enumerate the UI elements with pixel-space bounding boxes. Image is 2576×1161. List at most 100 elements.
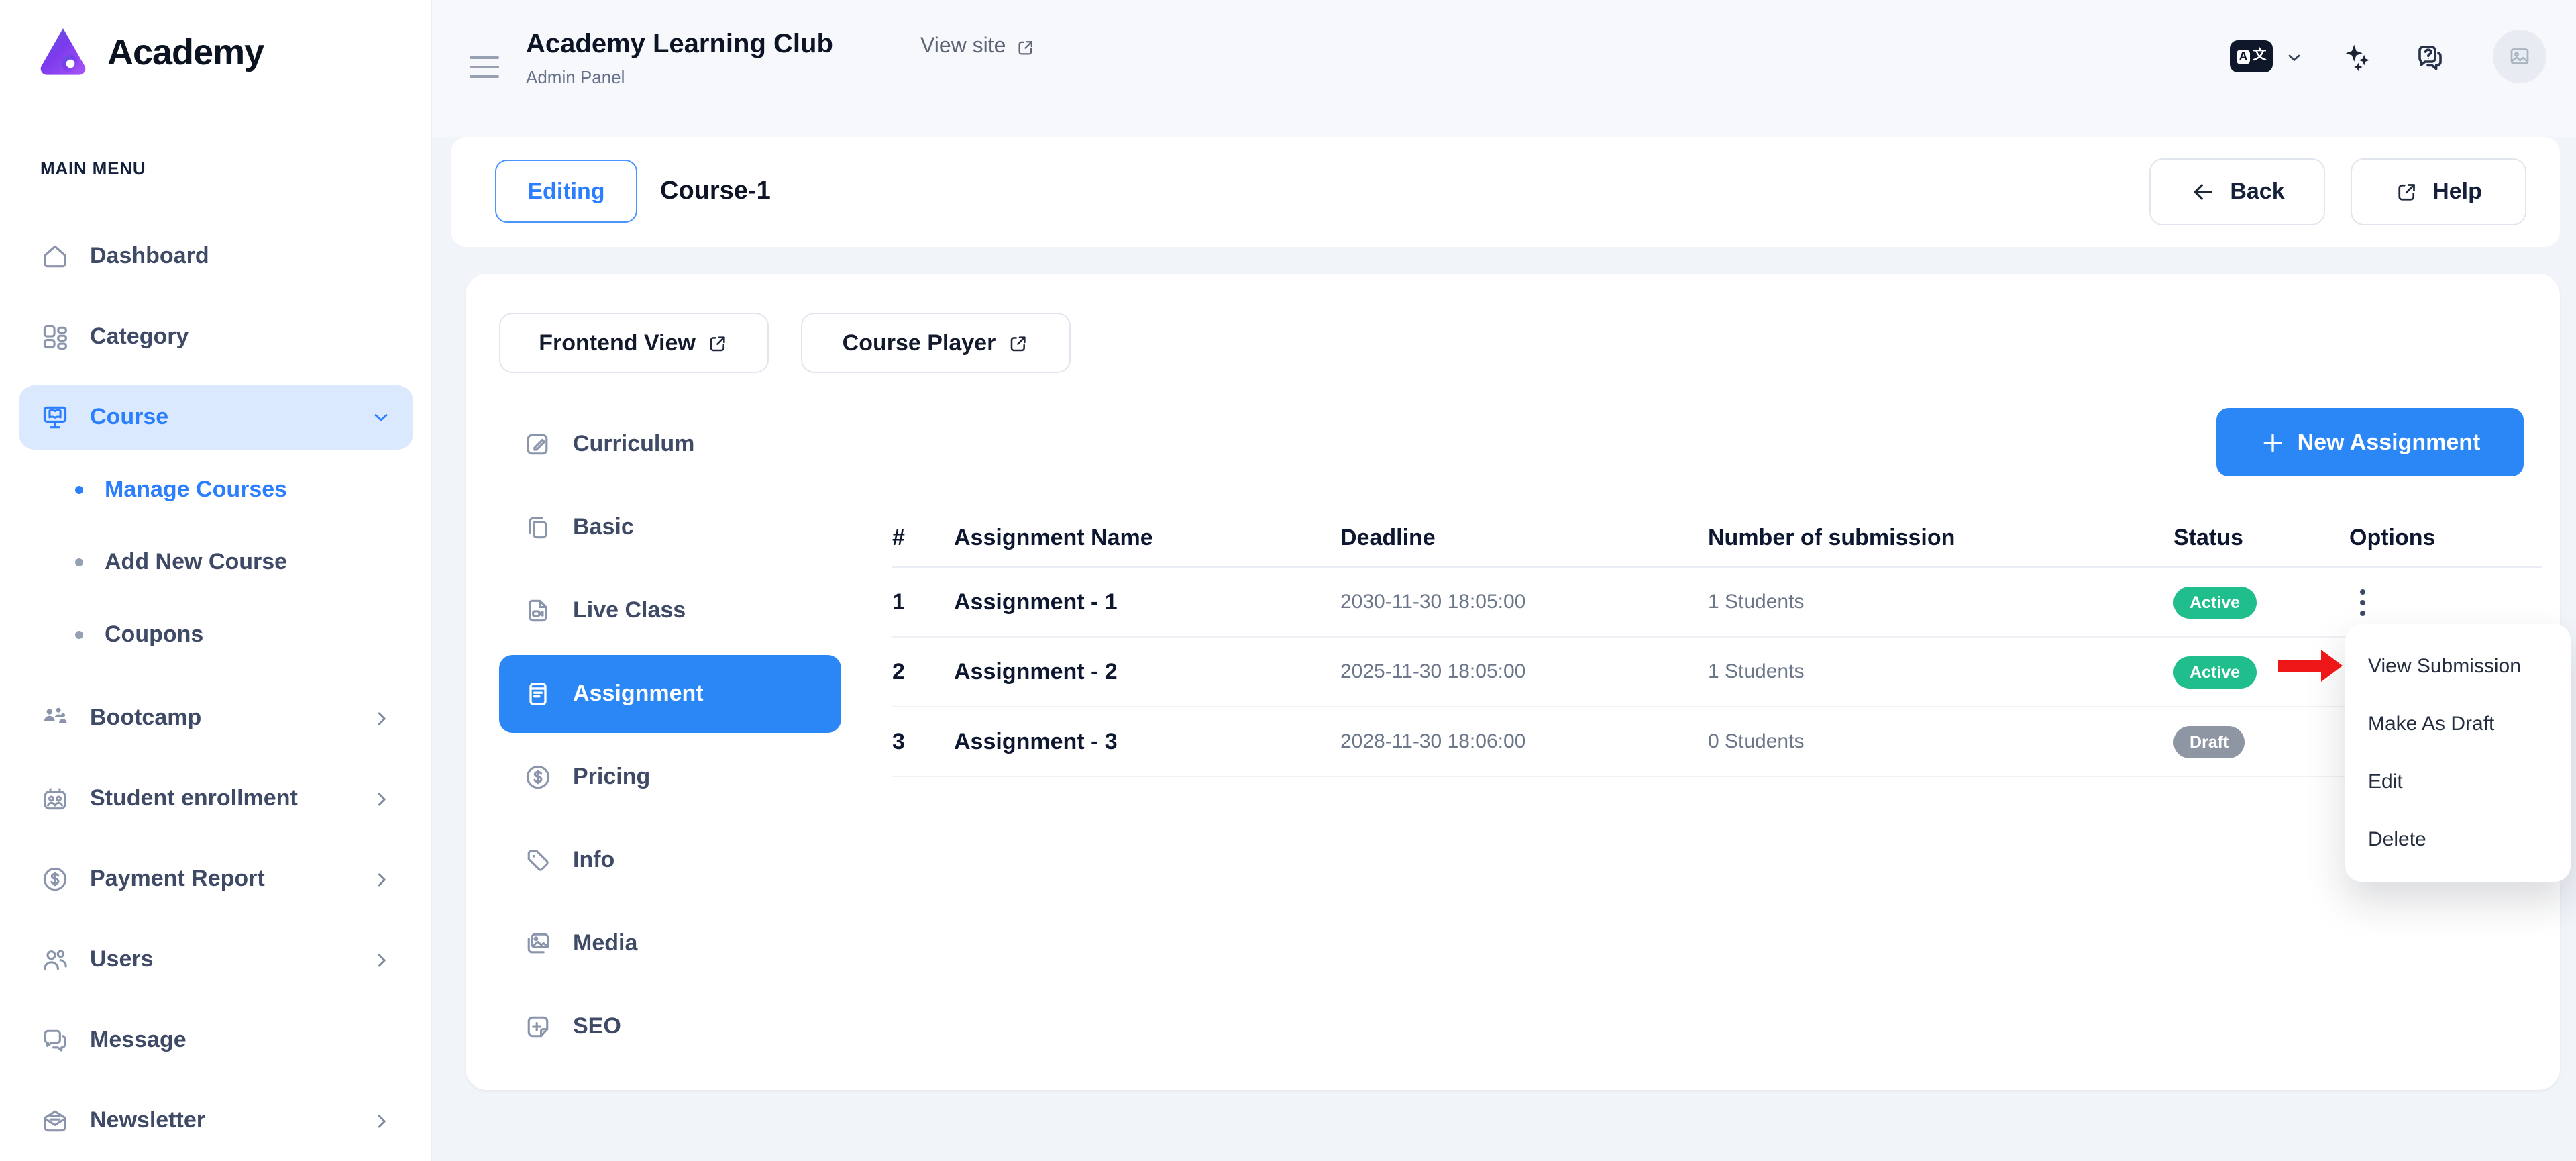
menu-item-delete[interactable]: Delete — [2345, 811, 2571, 868]
row-options-kebab-icon[interactable] — [2360, 583, 2379, 621]
sidebar-subitem-label: Coupons — [105, 621, 203, 648]
row-index: 1 — [892, 589, 954, 615]
menu-item-edit[interactable]: Edit — [2345, 753, 2571, 811]
sidebar-item-course[interactable]: Course — [19, 385, 413, 450]
view-site-label: View site — [920, 35, 1006, 59]
menu-item-make-as-draft[interactable]: Make As Draft — [2345, 695, 2571, 753]
site-title: Academy Learning Club — [526, 30, 833, 60]
sidebar-item-label: Course — [90, 404, 168, 431]
tab-label: Curriculum — [573, 431, 694, 458]
sidebar-item-label: Users — [90, 946, 154, 973]
row-index: 3 — [892, 728, 954, 755]
hamburger-menu-icon[interactable] — [470, 56, 499, 78]
people-group-icon — [40, 703, 70, 733]
view-site-link[interactable]: View site — [920, 35, 1035, 59]
tab-label: Assignment — [573, 680, 704, 707]
sidebar-item-label: Newsletter — [90, 1107, 205, 1134]
file-video-icon — [523, 596, 553, 625]
external-link-icon — [2395, 180, 2419, 204]
assignment-deadline: 2030-11-30 18:05:00 — [1340, 591, 1708, 613]
sidebar-item-label: Student enrollment — [90, 785, 298, 812]
plus-icon — [2260, 429, 2287, 456]
sidebar-subitem-add-new-course[interactable]: Add New Course — [46, 536, 408, 589]
language-selector[interactable]: A 文 — [2230, 40, 2273, 72]
tab-pricing[interactable]: Pricing — [499, 736, 841, 819]
editing-status-badge[interactable]: Editing — [495, 160, 637, 223]
chevron-down-icon — [370, 407, 392, 428]
back-button[interactable]: Back — [2149, 158, 2325, 225]
top-header: Academy Learning Club Admin Panel View s… — [432, 0, 2576, 137]
sidebar-item-label: Message — [90, 1027, 186, 1054]
sidebar-subitem-coupons[interactable]: Coupons — [46, 608, 408, 662]
chevron-right-icon — [372, 869, 392, 889]
help-button[interactable]: Help — [2351, 158, 2526, 225]
tab-label: Media — [573, 930, 637, 957]
sidebar-subitem-manage-courses[interactable]: Manage Courses — [46, 463, 408, 517]
chevron-right-icon — [372, 789, 392, 809]
external-link-icon — [1008, 332, 1029, 354]
sidebar-item-label: Category — [90, 323, 189, 350]
assignment-submissions: 1 Students — [1708, 591, 2174, 613]
col-status: Status — [2174, 525, 2349, 552]
sidebar-item-student-enrollment[interactable]: Student enrollment — [19, 766, 413, 831]
col-submissions: Number of submission — [1708, 525, 2174, 552]
brand-logo[interactable]: Academy — [32, 21, 264, 83]
copy-pages-icon — [523, 513, 553, 542]
external-link-icon — [1015, 37, 1035, 57]
language-chevron-down-icon[interactable] — [2285, 48, 2304, 67]
menu-item-view-submission[interactable]: View Submission — [2345, 638, 2571, 695]
dollar-circle-icon — [523, 762, 553, 792]
col-options: Options — [2349, 525, 2542, 552]
chevron-right-icon — [372, 950, 392, 970]
row-options-menu: View Submission Make As Draft Edit Delet… — [2345, 624, 2571, 882]
category-grid-icon — [40, 322, 70, 352]
brand-name: Academy — [107, 32, 264, 73]
course-toolbar: Editing Course-1 Back Help — [451, 137, 2560, 247]
tab-media[interactable]: Media — [499, 902, 841, 985]
sidebar-item-payment-report[interactable]: Payment Report — [19, 847, 413, 911]
chat-bubbles-icon — [40, 1025, 70, 1055]
sidebar-item-users[interactable]: Users — [19, 927, 413, 992]
tab-assignment[interactable]: Assignment — [499, 655, 841, 733]
row-index: 2 — [892, 658, 954, 685]
tab-curriculum[interactable]: Curriculum — [499, 403, 841, 486]
tab-label: Live Class — [573, 597, 686, 624]
sidebar-item-message[interactable]: Message — [19, 1008, 413, 1072]
sidebar-item-bootcamp[interactable]: Bootcamp — [19, 686, 413, 750]
tab-label: SEO — [573, 1013, 621, 1040]
admin-app: Academy MAIN MENU Dashboard Category Cou… — [0, 0, 2576, 1161]
sidebar-subitem-label: Manage Courses — [105, 476, 287, 503]
course-edit-tabs: Curriculum Basic Live Class Assignment — [499, 403, 841, 1068]
tab-seo[interactable]: SEO — [499, 985, 841, 1068]
help-chat-icon[interactable] — [2414, 42, 2446, 74]
course-icon — [40, 403, 70, 432]
tab-basic[interactable]: Basic — [499, 486, 841, 569]
annotation-arrow-icon — [2278, 650, 2343, 682]
sidebar-subitem-label: Add New Course — [105, 549, 287, 576]
sidebar-item-dashboard[interactable]: Dashboard — [19, 224, 413, 289]
frontend-view-button[interactable]: Frontend View — [499, 313, 769, 373]
sparkles-ai-icon[interactable] — [2343, 42, 2373, 72]
course-player-button[interactable]: Course Player — [801, 313, 1071, 373]
sidebar-item-category[interactable]: Category — [19, 305, 413, 369]
frontend-view-label: Frontend View — [539, 330, 696, 356]
avatar[interactable] — [2493, 30, 2546, 83]
tab-live-class[interactable]: Live Class — [499, 569, 841, 652]
col-deadline: Deadline — [1340, 525, 1708, 552]
assignment-name: Assignment - 1 — [954, 589, 1340, 615]
curriculum-edit-icon — [523, 430, 553, 459]
status-badge: Active — [2174, 586, 2256, 618]
sidebar-item-newsletter[interactable]: Newsletter — [19, 1089, 413, 1153]
bullet-icon — [75, 558, 83, 566]
language-primary-label: A — [2237, 49, 2251, 64]
back-label: Back — [2230, 179, 2284, 205]
tab-info[interactable]: Info — [499, 819, 841, 902]
bullet-icon — [75, 486, 83, 494]
new-assignment-button[interactable]: New Assignment — [2216, 408, 2524, 476]
home-icon — [40, 242, 70, 271]
status-badge: Active — [2174, 656, 2256, 688]
course-player-label: Course Player — [843, 330, 996, 356]
external-link-icon — [708, 332, 729, 354]
dollar-circle-icon — [40, 864, 70, 894]
assignment-name: Assignment - 3 — [954, 728, 1340, 755]
